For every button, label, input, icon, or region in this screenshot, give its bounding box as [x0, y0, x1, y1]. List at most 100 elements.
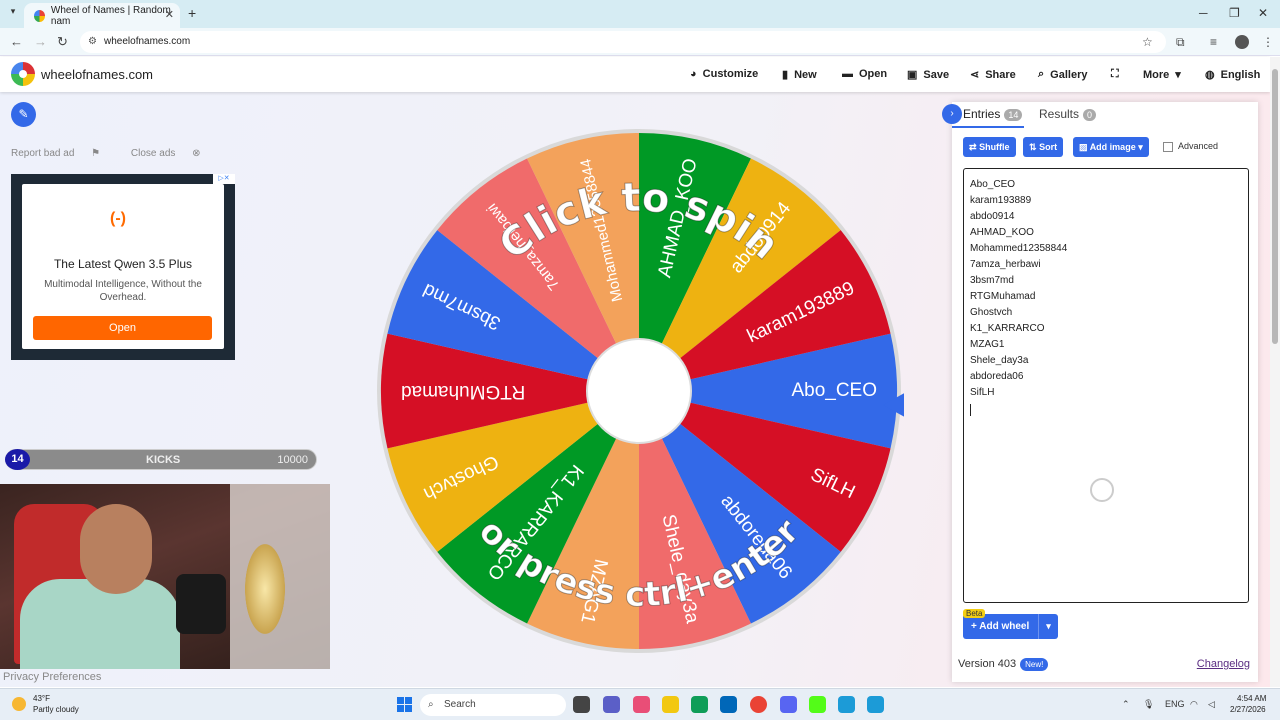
tab-entries[interactable]: Entries 14: [963, 107, 1023, 121]
shuffle-button[interactable]: ⇄ Shuffle: [963, 137, 1016, 157]
palette-icon: ◕: [690, 68, 697, 80]
chrome-icon[interactable]: [750, 696, 767, 713]
fullscreen-icon: ⛶: [1111, 68, 1119, 80]
customize-button[interactable]: ◕ Customize: [690, 68, 758, 80]
forward-icon[interactable]: →: [34, 34, 47, 49]
changelog-link[interactable]: Changelog: [1197, 658, 1250, 670]
edit-pencil-icon[interactable]: ✎: [11, 102, 36, 127]
site-info-icon[interactable]: ⚙: [88, 31, 97, 53]
entry-line: RTGMuhamad: [970, 291, 1036, 302]
minimize-icon[interactable]: ─: [1199, 6, 1208, 20]
extensions-icon[interactable]: ⧉: [1176, 35, 1185, 50]
close-ads-link[interactable]: Close ads ⊗: [131, 148, 215, 159]
browser-tab[interactable]: Wheel of Names | Random nam ✕: [24, 3, 180, 28]
fullscreen-button[interactable]: ⛶: [1111, 68, 1119, 81]
bookmark-star-icon[interactable]: ☆: [1142, 35, 1153, 49]
weather-desc[interactable]: Partly cloudy: [33, 705, 79, 714]
volume-icon[interactable]: ◁: [1208, 699, 1215, 710]
profile-avatar[interactable]: [1235, 35, 1249, 49]
streamer-body: [20, 579, 180, 669]
weather-temp[interactable]: 43°F: [33, 694, 50, 703]
language-button[interactable]: ◍ English: [1205, 68, 1261, 82]
taskbar-search[interactable]: ⌕ Search: [420, 694, 566, 716]
sort-button[interactable]: ⇅ Sort: [1023, 137, 1064, 157]
ad-choices-icon[interactable]: ▷✕: [213, 174, 235, 184]
entry-line: 7amza_herbawi: [970, 259, 1041, 270]
browser-menu-icon[interactable]: ⋮: [1262, 35, 1274, 49]
open-button[interactable]: ▬ Open: [842, 68, 887, 80]
start-button-icon[interactable]: [397, 697, 412, 712]
tab-close-icon[interactable]: ✕: [165, 8, 174, 21]
save-icon: ▣: [907, 69, 918, 81]
entries-textarea[interactable]: Abo_CEO karam193889 abdo0914 AHMAD_KOO Moham…: [963, 168, 1249, 603]
version-text: Version 403 New!: [958, 658, 1049, 671]
language-label: English: [1220, 68, 1261, 81]
new-button[interactable]: ▮ New: [782, 68, 817, 82]
kicks-goal: 10000: [277, 454, 308, 466]
clock-date[interactable]: 2/27/2026: [1230, 705, 1266, 714]
app-icon-2[interactable]: [867, 696, 884, 713]
advanced-label: Advanced: [1178, 141, 1219, 151]
share-button[interactable]: ⋖ Share: [970, 68, 1016, 82]
teams-icon[interactable]: [603, 696, 620, 713]
tab-favicon-icon: [34, 9, 45, 22]
restore-icon[interactable]: ❐: [1229, 6, 1240, 20]
kicks-goal-bar: 14 KICKS 10000: [5, 449, 317, 470]
wifi-icon[interactable]: ◠: [1190, 699, 1198, 710]
wheel-center-hub[interactable]: [586, 338, 692, 444]
version-label: Version 403: [958, 658, 1017, 670]
language-indicator[interactable]: ENG: [1165, 699, 1185, 709]
tab-results[interactable]: Results 0: [1039, 107, 1097, 121]
copilot-icon[interactable]: [633, 696, 650, 713]
ad-card[interactable]: (-) The Latest Qwen 3.5 Plus Multimodal …: [22, 184, 224, 349]
add-image-button[interactable]: ▨ Add image ▾: [1073, 137, 1149, 157]
wheel-graphic[interactable]: Abo_CEOSifLHabdoreda06Shele_day3aMZAG1K1…: [374, 126, 904, 656]
app-icon[interactable]: [838, 696, 855, 713]
spin-wheel[interactable]: Abo_CEO SifLH abdoreda06 Shele_day3a MZAG1 K1…: [374, 126, 904, 656]
new-tab-icon[interactable]: +: [188, 5, 196, 21]
page-scrollbar[interactable]: [1270, 57, 1280, 687]
tab-search-icon[interactable]: ▾: [6, 6, 20, 20]
folder-icon: ▬: [842, 68, 853, 80]
entry-line: K1_KARRARCO: [970, 323, 1045, 334]
discord-icon[interactable]: [780, 696, 797, 713]
clock-time[interactable]: 4:54 AM: [1237, 694, 1266, 703]
lantern-decor: [245, 544, 285, 634]
search-icon: ⌕: [1038, 68, 1045, 80]
site-name[interactable]: wheelofnames.com: [41, 67, 153, 82]
new-label: New: [794, 68, 817, 81]
tray-chevron-icon[interactable]: ⌃: [1122, 699, 1130, 710]
entry-line: 3bsm7md: [970, 275, 1014, 286]
close-circle-icon: ⊗: [192, 148, 201, 159]
store-icon[interactable]: [720, 696, 737, 713]
windows-taskbar: 43°F Partly cloudy ⌕ Search ⌃ 🎙 ENG ◠ ◁ 4…: [0, 688, 1280, 720]
scrollbar-thumb[interactable]: [1272, 69, 1278, 344]
task-view-icon[interactable]: [573, 696, 590, 713]
weather-sun-icon[interactable]: [12, 697, 26, 711]
reading-list-icon[interactable]: ≡: [1210, 35, 1217, 49]
back-icon[interactable]: ←: [10, 34, 23, 49]
mic-icon[interactable]: 🎙: [1143, 699, 1154, 710]
chevron-down-icon: ▾: [1138, 142, 1143, 152]
ad-subtitle: Multimodal Intelligence, Without the Ove…: [44, 279, 202, 303]
report-bad-ad-link[interactable]: Report bad ad ⚑: [11, 148, 114, 159]
entry-line: Abo_CEO: [970, 179, 1016, 190]
kick-icon[interactable]: [809, 696, 826, 713]
url-input[interactable]: ⚙ wheelofnames.com: [80, 31, 1166, 53]
more-button[interactable]: More ▾: [1143, 68, 1181, 82]
edge-icon[interactable]: [691, 696, 708, 713]
collapse-panel-icon[interactable]: ›: [942, 104, 962, 124]
window-close-icon[interactable]: ✕: [1258, 6, 1268, 20]
shuffle-label: Shuffle: [979, 142, 1010, 152]
entry-line: Shele_day3a: [970, 355, 1029, 366]
file-explorer-icon[interactable]: [662, 696, 679, 713]
ad-open-button[interactable]: Open: [33, 316, 212, 340]
save-button[interactable]: ▣ Save: [907, 68, 949, 82]
advanced-checkbox[interactable]: [1163, 142, 1173, 152]
add-wheel-dropdown-icon[interactable]: ▾: [1038, 614, 1058, 639]
gallery-button[interactable]: ⌕ Gallery: [1038, 68, 1087, 81]
site-logo-icon[interactable]: [11, 62, 35, 86]
ad-container: ▷✕ (-) The Latest Qwen 3.5 Plus Multimod…: [11, 174, 235, 360]
privacy-preferences-link[interactable]: Privacy Preferences: [3, 671, 101, 683]
reload-icon[interactable]: ↻: [57, 34, 68, 50]
